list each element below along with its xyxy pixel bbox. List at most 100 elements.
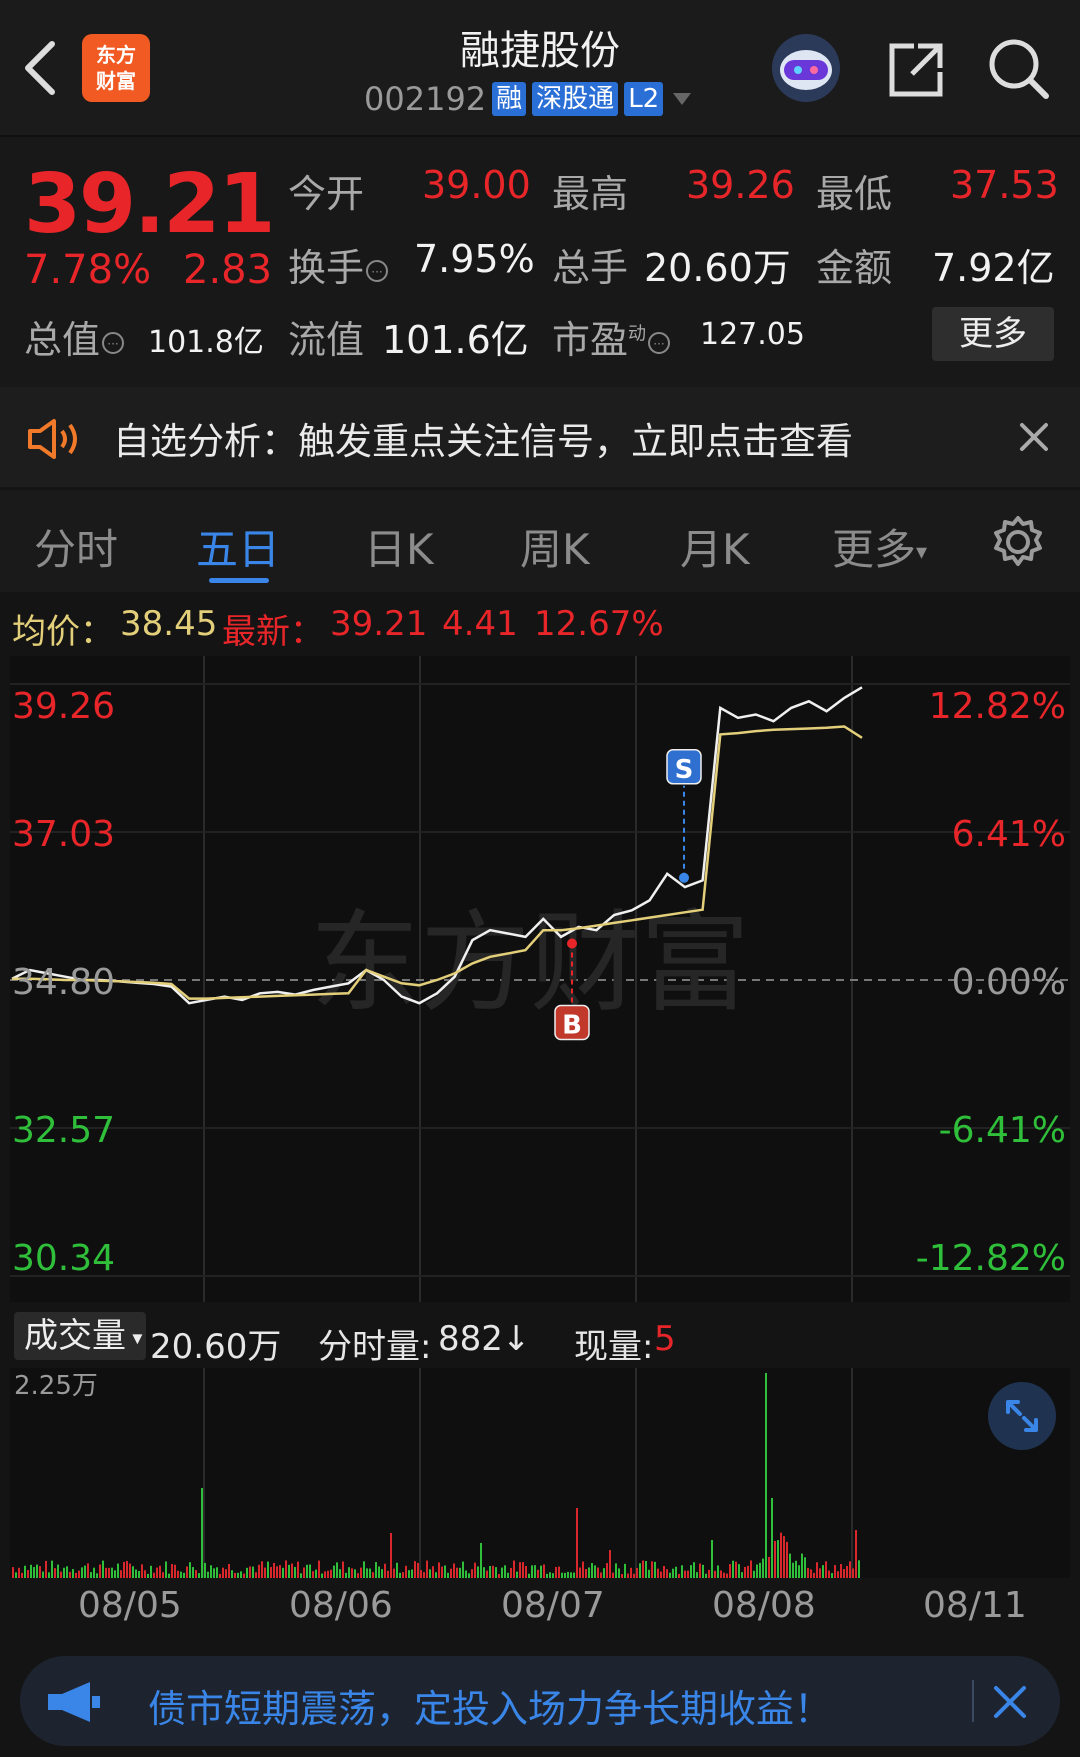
volume-bar [36,1564,38,1578]
volume-bar [402,1572,404,1578]
change-percent: 7.78% [24,247,152,293]
date-label: 08/06 [289,1585,393,1626]
volume-bar [579,1567,581,1578]
volume-bar [687,1570,689,1578]
volume-bar [372,1572,374,1578]
volume-bar [336,1562,338,1578]
volume-bar [753,1570,755,1578]
volume-bar [786,1541,788,1578]
search-icon[interactable] [986,36,1052,102]
volume-bar [810,1569,812,1578]
volume-bar [387,1570,389,1578]
volume-bar [408,1570,410,1578]
quote-panel: 39.21 7.78% 2.83 今开 39.00 最高 39.26 最低 37… [0,137,1080,387]
volume-bar [354,1569,356,1578]
volume-bar [333,1565,335,1578]
volume-bar [669,1572,671,1578]
volume-bar [561,1572,563,1578]
total-value-label: 总值 ··· [24,309,125,364]
volume-bar [519,1562,521,1578]
gear-icon[interactable] [990,514,1046,570]
volume-bar [147,1573,149,1578]
close-icon[interactable] [1018,421,1050,453]
volume-bar [483,1567,485,1578]
volume-chart[interactable]: 2.25万 [10,1368,1070,1578]
promo-bar[interactable]: 债市短期震荡，定投入场力争长期收益！ [20,1656,1060,1746]
volume-bar [768,1556,770,1578]
info-icon[interactable]: ··· [648,331,671,354]
expand-button[interactable] [988,1382,1056,1450]
turnover-label: 换手 ··· [288,237,389,292]
share-icon[interactable] [884,38,948,102]
tab-five-day[interactable]: 五日 [196,516,280,577]
stock-code-row[interactable]: 002192 融 深股通 L2 [364,80,695,118]
open-value: 39.00 [422,163,531,207]
volume-bar [315,1569,317,1578]
volume-bar [237,1572,239,1578]
volume-bar [594,1565,596,1578]
volume-bar [660,1571,662,1578]
volume-bar [546,1573,548,1578]
volume-bar [303,1567,305,1578]
volume-bar [741,1572,743,1578]
volume-bar [168,1573,170,1578]
volume-bar [819,1568,821,1578]
date-label: 08/05 [78,1585,182,1626]
volume-bar [615,1563,617,1578]
volume-bar [249,1566,251,1578]
open-label: 今开 [288,172,365,216]
tab-weekly-k[interactable]: 周K [520,516,590,577]
volume-label: 总手 [552,246,629,290]
volume-bar [678,1573,680,1578]
tab-more[interactable]: 更多▾ [832,516,927,577]
volume-bar [603,1568,605,1578]
volume-bar [606,1563,608,1578]
volume-bar [240,1571,242,1578]
tab-intraday[interactable]: 分时 [34,516,118,577]
volume-bar [366,1568,368,1578]
volume-bar [624,1563,626,1578]
latest-label: 最新： [222,612,324,652]
active-tab-indicator [209,578,269,583]
y-right-label: 0.00% [952,962,1066,1003]
volume-bar [744,1566,746,1578]
price-chart[interactable]: 东方财富 B S 39.26 37.03 34.80 32.57 30.34 12.82% 6… [10,656,1070,1302]
volume-bar [39,1566,41,1578]
signal-banner[interactable]: 自选分析：触发重点关注信号，立即点击查看 [0,387,1080,487]
info-icon[interactable]: ··· [102,331,125,354]
volume-bar [780,1532,782,1578]
volume-bar [345,1572,347,1578]
divider [972,1680,974,1722]
tab-monthly-k[interactable]: 月K [680,516,750,577]
volume-bar [309,1564,311,1578]
volume-bar [231,1570,233,1578]
volume-bar [90,1572,92,1578]
volume-bar [663,1565,665,1578]
volume-bar [396,1562,398,1578]
volume-bar [702,1564,704,1578]
volume-bar [552,1573,554,1578]
volume-bar [300,1573,302,1578]
volume-bar [750,1560,752,1578]
info-icon[interactable]: ··· [366,259,389,282]
volume-bar [462,1561,464,1578]
robot-assistant-icon[interactable] [768,30,844,106]
volume-bar [225,1569,227,1578]
tab-more-label: 更多 [832,525,917,574]
volume-bar [264,1567,266,1578]
tab-daily-k[interactable]: 日K [364,516,434,577]
volume-bar [807,1567,809,1578]
volume-bar [762,1558,764,1578]
total-value: 101.8亿 [148,325,264,360]
close-icon[interactable] [992,1684,1028,1720]
more-button[interactable]: 更多 [932,307,1054,361]
volume-bar [429,1569,431,1578]
volume-bar [693,1562,695,1578]
high-value: 39.26 [686,163,795,207]
volume-bar [27,1570,29,1578]
volume-bar [555,1567,557,1578]
volume-bar [159,1565,161,1578]
volume-bar [432,1566,434,1578]
volume-bar [732,1560,734,1578]
volume-bar [108,1567,110,1578]
